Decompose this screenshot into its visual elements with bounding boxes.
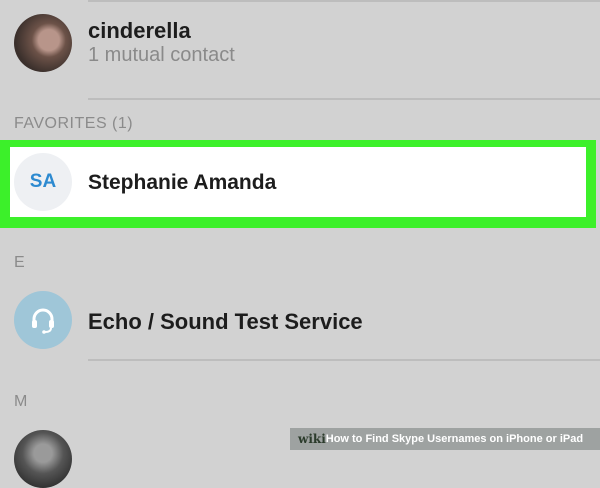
divider [88,359,600,361]
watermark-how: How [325,433,349,445]
avatar [14,14,72,72]
contact-row-cinderella[interactable]: cinderella 1 mutual contact [0,0,600,100]
divider [88,98,600,100]
avatar[interactable] [14,430,72,488]
section-header-e: E [14,254,26,271]
contact-name: Echo / Sound Test Service [88,309,363,334]
avatar [14,291,72,349]
watermark-title: to Find Skype Usernames on iPhone or iPa… [352,433,584,445]
section-header-m: M [14,393,28,410]
headset-icon [32,308,54,334]
watermark-banner: wiki How to Find Skype Usernames on iPho… [290,428,600,450]
contact-name: cinderella [88,18,191,43]
avatar-initials: SA [14,153,72,211]
section-header-favorites: FAVORITES (1) [14,115,134,132]
contact-subtitle: 1 mutual contact [88,44,235,66]
contact-name: Stephanie Amanda [88,171,277,194]
contact-row-stephanie-amanda[interactable]: SA Stephanie Amanda [10,147,586,217]
contacts-screen: cinderella 1 mutual contact FAVORITES (1… [0,0,600,488]
watermark-brand: wiki [298,432,326,446]
